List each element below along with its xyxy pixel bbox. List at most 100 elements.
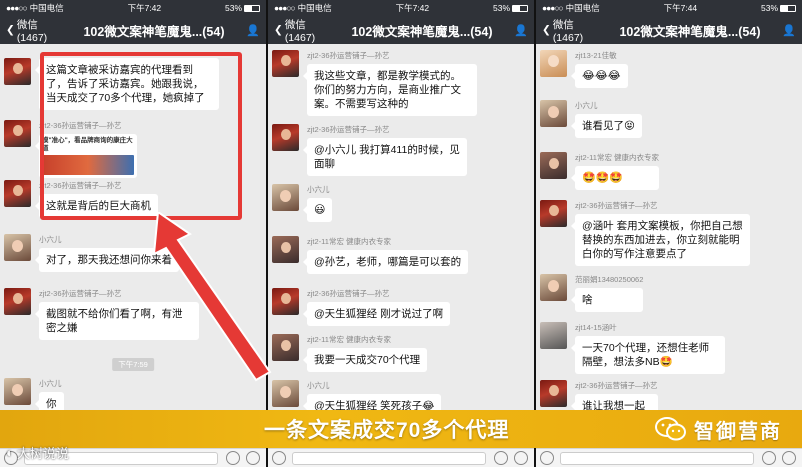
avatar[interactable]: [540, 100, 567, 127]
signal-icon: ●●●○○: [274, 3, 296, 13]
sender-name: zjt2-11常宏 健康内衣专家: [307, 335, 392, 344]
watermark-text: 大树说说: [16, 446, 69, 461]
emoji-icon[interactable]: [494, 451, 508, 465]
message-list[interactable]: zjt2-36孙运营铺子—孙艺 我这些文章，都是教学模式的。你们的努力方向，是商…: [268, 44, 534, 467]
plus-icon[interactable]: [782, 451, 796, 465]
back-chevron-icon: ❮: [6, 24, 15, 36]
voice-icon[interactable]: [540, 451, 554, 465]
message: zjt2-11常宏 健康内衣专家 @孙艺，老师，哪篇是可以套的: [272, 236, 530, 274]
battery-percent: 53%: [492, 3, 510, 13]
avatar[interactable]: [4, 120, 31, 147]
group-people-icon[interactable]: 👤: [778, 24, 796, 37]
message-bubble[interactable]: @涵叶 套用文案模板，你把自己想替换的东西加进去，你立刻就能明白你的写作注意要点…: [571, 214, 750, 266]
sender-name: 范丽娟13480250062: [575, 275, 644, 284]
sender-name: zjt2-36孙运营铺子—孙艺: [307, 125, 390, 134]
message: zjt2-11常宏 健康内衣专家 我要一天成交70个代理: [272, 334, 530, 372]
message-bubble[interactable]: @天生狐狸经 刚才说过了啊: [302, 302, 451, 326]
message: zjt14-15涵叶 一天70个代理，还想住老师隔壁，想法多NB🤩: [540, 322, 798, 374]
sender-name: zjt2-36孙运营铺子—孙艺: [575, 381, 658, 390]
message-bubble[interactable]: 我要一天成交70个代理: [302, 348, 428, 372]
battery-icon: [244, 5, 260, 13]
avatar[interactable]: [540, 50, 567, 77]
message-bubble[interactable]: 谁看见了😝: [571, 114, 642, 138]
phone-screen-3: ●●●○○ 中国电信 下午7:44 53% ❮ 微信(1467) 102微文案神笔魔…: [536, 0, 802, 467]
message-bubble[interactable]: 我这些文章，都是教学模式的。你们的努力方向，是商业推广文案。不需要写这种的: [303, 64, 477, 116]
highlight-box: [40, 52, 242, 220]
back-button[interactable]: ❮ 微信(1467): [542, 17, 602, 44]
message-input[interactable]: [292, 452, 486, 465]
group-people-icon[interactable]: 👤: [510, 24, 528, 37]
message: zjt2-36孙运营铺子—孙艺 截图就不给你们看了啊，有泄密之嫌: [4, 288, 262, 340]
avatar[interactable]: [272, 236, 299, 263]
message-list[interactable]: zjt13-21佳敏 😂😂😂 小六儿 谁看见了😝 zjt2-11常宏 健康内衣专…: [536, 44, 802, 467]
avatar[interactable]: [540, 152, 567, 179]
back-chevron-icon: ❮: [274, 24, 283, 36]
message-input[interactable]: [560, 452, 754, 465]
message-bubble[interactable]: 截图就不给你们看了啊，有泄密之嫌: [35, 302, 199, 340]
avatar[interactable]: [4, 234, 31, 261]
clock: 下午7:42: [127, 3, 162, 13]
avatar[interactable]: [540, 274, 567, 301]
message-input-bar: [536, 448, 802, 467]
voice-icon[interactable]: [272, 451, 286, 465]
message: zjt2-36孙运营铺子—孙艺 @涵叶 套用文案模板，你把自己想替换的东西加进去…: [540, 200, 798, 266]
message-bubble[interactable]: @孙艺，老师，哪篇是可以套的: [302, 250, 469, 274]
message-bubble[interactable]: 一天70个代理，还想住老师隔壁，想法多NB🤩: [571, 336, 725, 374]
sender-name: 小六儿: [307, 185, 330, 194]
screenshot-collage: ●●●○○ 中国电信 下午7:42 53% ❮ 微信(1467) 102微文案神笔魔…: [0, 0, 802, 467]
chat-title: 102微文案神笔魔鬼...(54): [351, 24, 493, 39]
avatar[interactable]: [540, 200, 567, 227]
carrier-label: 中国电信: [565, 3, 600, 13]
back-chevron-icon: ❮: [542, 24, 551, 36]
message-bubble[interactable]: 对了，那天我还想问你来着: [35, 248, 179, 272]
plus-icon[interactable]: [514, 451, 528, 465]
battery-percent: 53%: [760, 3, 778, 13]
battery-icon: [512, 5, 528, 13]
chat-title: 102微文案神笔魔鬼...(54): [83, 24, 225, 39]
emoji-icon[interactable]: [226, 451, 240, 465]
phone-screen-1: ●●●○○ 中国电信 下午7:42 53% ❮ 微信(1467) 102微文案神笔魔…: [0, 0, 266, 467]
back-button[interactable]: ❮ 微信(1467): [6, 17, 66, 44]
sender-name: 小六儿: [307, 381, 330, 390]
brand-mark: 智御营商: [654, 415, 782, 444]
avatar[interactable]: [4, 180, 31, 207]
message: 小六儿 谁看见了😝: [540, 100, 798, 138]
message-input-bar: [268, 448, 534, 467]
status-bar: ●●●○○ 中国电信 下午7:42 53%: [0, 0, 266, 16]
battery-icon: [780, 5, 796, 13]
avatar[interactable]: [272, 380, 299, 407]
avatar[interactable]: [4, 288, 31, 315]
avatar[interactable]: [272, 184, 299, 211]
status-bar: ●●●○○ 中国电信 下午7:42 53%: [268, 0, 534, 16]
message: 范丽娟13480250062 啥: [540, 274, 798, 312]
clock: 下午7:42: [395, 3, 430, 13]
brand-name: 智御营商: [694, 420, 782, 443]
sender-name: 小六儿: [39, 235, 62, 244]
back-button[interactable]: ❮ 微信(1467): [274, 17, 334, 44]
timestamp: 下午7:59: [112, 358, 154, 371]
avatar[interactable]: [272, 334, 299, 361]
message: zjt2-11常宏 健康内衣专家 🤩🤩🤩: [540, 152, 798, 190]
message-bubble[interactable]: @小六儿 我打算411的时候，见面聊: [303, 138, 467, 176]
carrier-label: 中国电信: [297, 3, 332, 13]
chat-header: ❮ 微信(1467) 102微文案神笔魔鬼...(54) 👤: [268, 16, 534, 44]
sender-name: 小六儿: [575, 101, 598, 110]
message-bubble[interactable]: 😂😂😂: [571, 64, 628, 88]
avatar[interactable]: [540, 380, 567, 407]
avatar[interactable]: [272, 50, 299, 77]
message-bubble[interactable]: 啥: [570, 288, 644, 312]
message: zjt2-36孙运营铺子—孙艺 @天生狐狸经 刚才说过了啊: [272, 288, 530, 326]
avatar[interactable]: [4, 378, 31, 405]
avatar[interactable]: [540, 322, 567, 349]
message-bubble[interactable]: 😃: [302, 198, 333, 222]
emoji-icon[interactable]: [762, 451, 776, 465]
avatar[interactable]: [272, 288, 299, 315]
avatar[interactable]: [4, 58, 31, 85]
sender-name: zjt2-36孙运营铺子—孙艺: [307, 289, 390, 298]
plus-icon[interactable]: [246, 451, 260, 465]
avatar[interactable]: [272, 124, 299, 151]
message-bubble[interactable]: 🤩🤩🤩: [570, 166, 660, 190]
wechat-logo-icon: [655, 417, 686, 441]
group-people-icon[interactable]: 👤: [242, 24, 260, 37]
message: 小六儿 😃: [272, 184, 530, 222]
